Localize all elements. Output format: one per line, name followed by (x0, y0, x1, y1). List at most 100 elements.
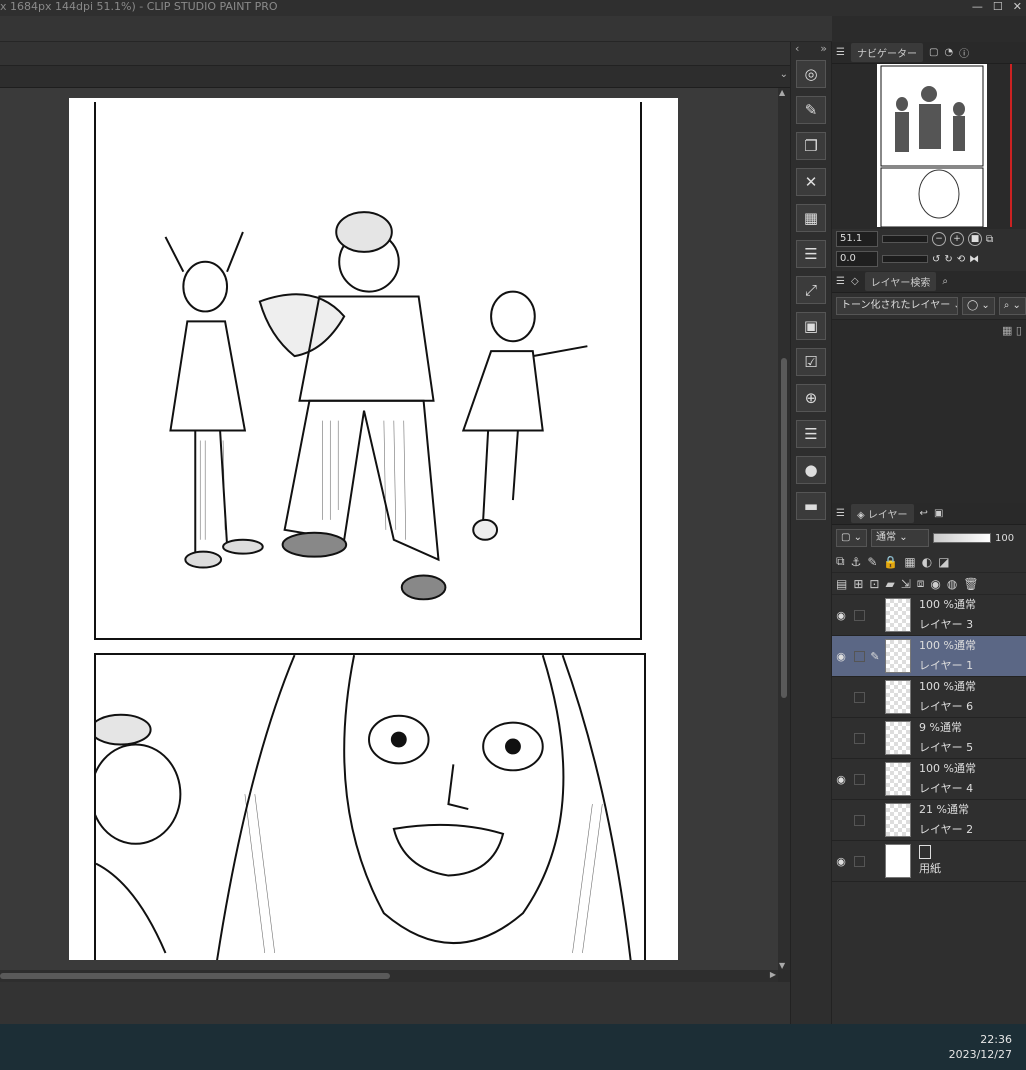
eye-icon[interactable]: ◉ (832, 650, 850, 663)
canvas-area[interactable] (0, 88, 778, 970)
reset-rotate-icon[interactable]: ⟲ (957, 254, 965, 265)
tab-auto-action-icon[interactable]: ▣ (934, 508, 943, 519)
horizontal-scrollbar[interactable]: ▶ (0, 970, 778, 982)
new-vector-layer-icon[interactable]: ⊡ (869, 577, 879, 591)
mask-add-icon[interactable]: ◉ (930, 577, 940, 591)
lock-transparency-icon[interactable]: ▦ (904, 555, 915, 569)
blend-mode-select[interactable]: 通常 ⌄ (871, 529, 930, 547)
tool-button[interactable]: ▬ (796, 492, 826, 520)
mask-icon[interactable]: ◐ (922, 555, 932, 569)
panel-toggle-icon[interactable]: ▤ (836, 577, 847, 591)
tab-layer-property-icon[interactable]: ◇ (851, 276, 859, 287)
menu-icon[interactable]: ☰ (836, 508, 845, 519)
combine-icon[interactable]: ⧈ (917, 576, 925, 591)
layer-lock-checkbox[interactable] (854, 814, 865, 826)
lock-icon[interactable]: 🔒 (883, 555, 898, 569)
layer-lock-checkbox[interactable] (854, 691, 865, 703)
zoom-slider[interactable] (882, 235, 928, 243)
horizontal-scroll-thumb[interactable] (0, 973, 390, 979)
close-button[interactable]: ✕ (1013, 0, 1022, 16)
search-condition-select[interactable]: ◯ ⌄ (962, 297, 995, 315)
tab-sub-tool-icon[interactable]: ◔ (944, 47, 953, 58)
right-panel-dock: ☰ ナビゲーター ▢ ◔ ⓘ 51.1 − + ■ ⧉ 0.0 ↺ ↻ ⟲ ⧓ (832, 42, 1026, 1024)
tool-button[interactable]: ⊕ (796, 384, 826, 412)
tool-button[interactable]: ❐ (796, 132, 826, 160)
tool-button[interactable]: ✎ (796, 96, 826, 124)
tab-subview-icon[interactable]: ▢ (929, 47, 938, 58)
layer-lock-checkbox[interactable] (854, 855, 865, 867)
tab-layer[interactable]: ◈ レイヤー (850, 504, 914, 523)
layer-search-results[interactable]: ▦ ▯ (832, 319, 1026, 503)
reference-icon[interactable]: ⚓ (851, 555, 862, 569)
transfer-icon[interactable]: ⇲ (901, 577, 911, 591)
mask-apply-icon[interactable]: ◍ (947, 577, 957, 591)
layer-lock-checkbox[interactable] (854, 773, 865, 785)
new-raster-layer-icon[interactable]: ⊞ (853, 577, 863, 591)
rotate-left-icon[interactable]: ↺ (932, 254, 940, 265)
tab-search-icon[interactable]: ⌕ (942, 276, 948, 287)
eye-icon[interactable]: ◉ (832, 855, 850, 868)
tab-history-icon[interactable]: ↩ (920, 508, 928, 519)
zoom-value[interactable]: 51.1 (836, 231, 878, 247)
layer-lock-checkbox[interactable] (854, 732, 865, 744)
minimize-button[interactable]: — (972, 0, 983, 16)
layer-row[interactable]: 100 %通常 レイヤー 6 (832, 677, 1026, 718)
tool-button[interactable]: ● (796, 456, 826, 484)
layer-row[interactable]: 21 %通常 レイヤー 2 (832, 800, 1026, 841)
rotate-value[interactable]: 0.0 (836, 251, 878, 267)
clip-icon[interactable]: ⧉ (836, 554, 845, 569)
search-mode-select[interactable]: ⌕ ⌄ (998, 297, 1026, 315)
tool-button[interactable]: ▦ (796, 204, 826, 232)
tone-filter-icon[interactable]: ▦ ▯ (1002, 324, 1022, 337)
rotate-right-icon[interactable]: ↻ (944, 254, 952, 265)
layer-row[interactable]: ◉ ✎ 100 %通常 レイヤー 1 (832, 636, 1026, 677)
flip-icon[interactable]: ⧉ (986, 234, 993, 245)
scroll-up-icon[interactable]: ▲ (779, 88, 785, 97)
eye-icon[interactable]: ◉ (832, 773, 850, 786)
manga-page[interactable] (69, 98, 678, 960)
fit-icon[interactable]: ■ (968, 232, 982, 246)
tab-navigator[interactable]: ナビゲーター (850, 43, 923, 62)
zoom-out-icon[interactable]: − (932, 232, 946, 246)
opacity-value[interactable]: 100 (995, 533, 1014, 544)
tool-button[interactable]: ☑ (796, 348, 826, 376)
rotate-slider[interactable] (882, 255, 928, 263)
draft-icon[interactable]: ✎ (867, 555, 877, 569)
zoom-in-icon[interactable]: + (950, 232, 964, 246)
tool-button[interactable]: ☰ (796, 420, 826, 448)
chevron-down-icon[interactable]: ⌄ (780, 69, 788, 80)
layer-row[interactable]: ◉ 100 %通常 レイヤー 3 (832, 595, 1026, 636)
eye-icon[interactable]: ◉ (832, 609, 850, 622)
navigator-preview[interactable] (832, 64, 1026, 229)
layer-lock-checkbox[interactable] (854, 650, 865, 662)
tool-button[interactable]: ◎ (796, 60, 826, 88)
layer-thumbnail (885, 680, 911, 714)
collapse-left-icon[interactable]: ‹ (795, 42, 799, 60)
tab-info-icon[interactable]: ⓘ (959, 45, 969, 60)
layer-row[interactable]: ◉ 用紙 (832, 841, 1026, 882)
scroll-right-icon[interactable]: ▶ (770, 970, 776, 979)
tool-button[interactable]: ⤢ (796, 276, 826, 304)
layer-filter-select[interactable]: トーン化されたレイヤー ⌄ (836, 297, 958, 315)
tool-button[interactable]: ▣ (796, 312, 826, 340)
menu-icon[interactable]: ☰ (836, 47, 845, 58)
maximize-button[interactable]: ☐ (993, 0, 1003, 16)
layer-row[interactable]: ◉ 100 %通常 レイヤー 4 (832, 759, 1026, 800)
tab-layer-search[interactable]: レイヤー検索 (864, 272, 937, 291)
vertical-scrollbar[interactable]: ▲ ▼ (778, 88, 790, 970)
tool-button[interactable]: ✕ (796, 168, 826, 196)
expand-icon[interactable]: » (820, 42, 827, 60)
menu-icon[interactable]: ☰ (836, 276, 845, 287)
tool-button[interactable]: ☰ (796, 240, 826, 268)
new-folder-icon[interactable]: ▰ (885, 577, 894, 591)
layer-row[interactable]: 9 %通常 レイヤー 5 (832, 718, 1026, 759)
palette-icon[interactable]: ◪ (938, 555, 949, 569)
layer-color-select[interactable]: ▢ ⌄ (836, 529, 868, 547)
vertical-scroll-thumb[interactable] (781, 358, 787, 698)
opacity-slider[interactable] (933, 533, 992, 543)
delete-layer-icon[interactable]: 🗑 (963, 577, 978, 591)
layer-lock-checkbox[interactable] (854, 609, 865, 621)
scroll-down-icon[interactable]: ▼ (779, 961, 785, 970)
flip-horizontal-icon[interactable]: ⧓ (969, 254, 979, 265)
system-clock[interactable]: 22:36 2023/12/27 (949, 1032, 1012, 1062)
